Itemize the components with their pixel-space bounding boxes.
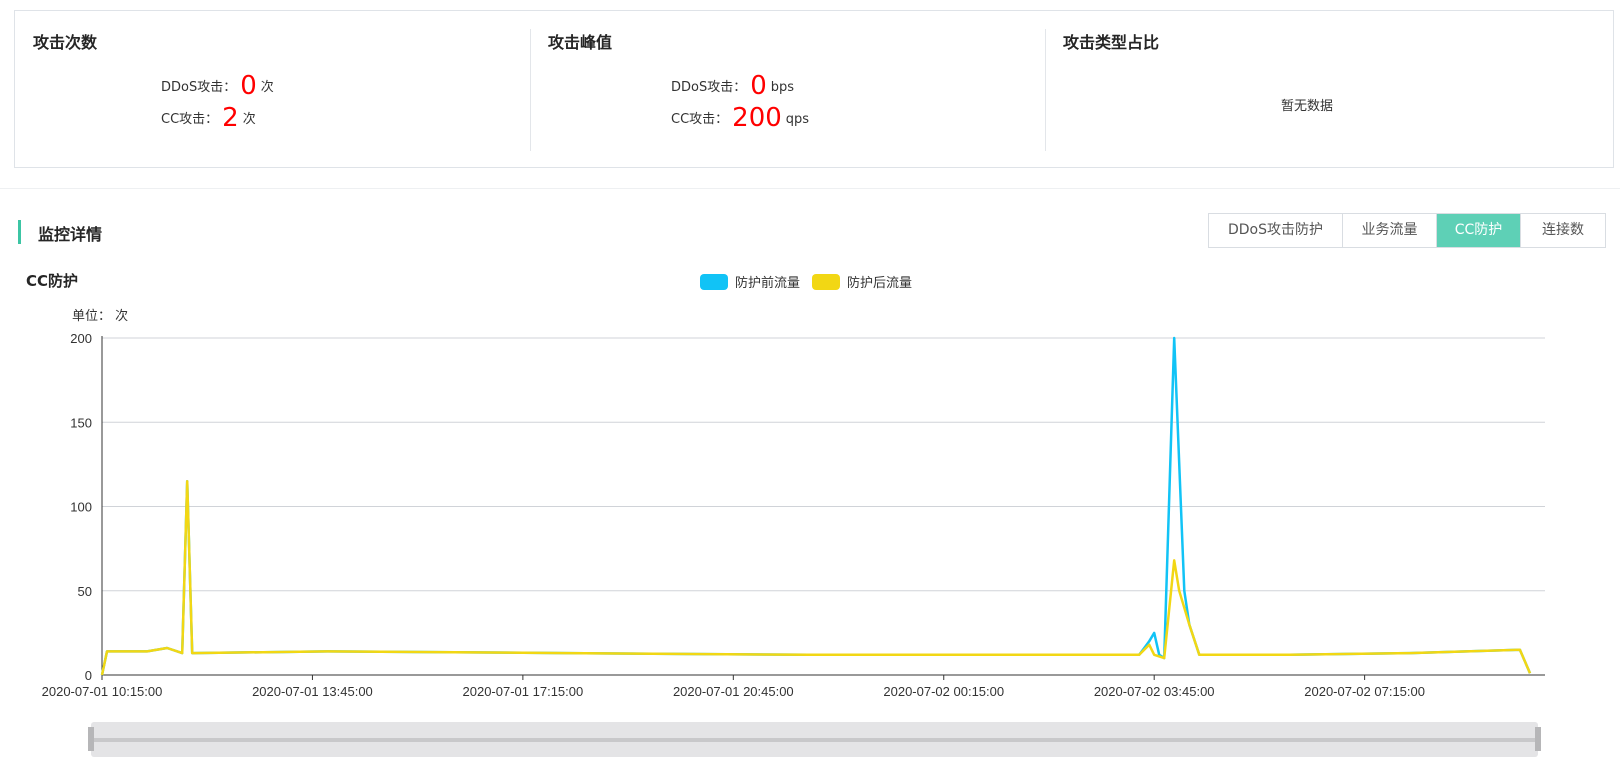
y-tick-label: 0 (85, 668, 92, 683)
x-tick-label: 2020-07-02 03:45:00 (1094, 684, 1215, 699)
x-tick-label: 2020-07-01 10:15:00 (42, 684, 163, 699)
y-tick-label: 150 (70, 415, 92, 430)
y-tick-label: 50 (78, 584, 92, 599)
cc-protection-chart: 0 50 100 150 200 2020-07-01 10:15:00 2020-07-0… (42, 331, 1545, 699)
series-line-after (100, 479, 1532, 676)
x-tick-label: 2020-07-02 07:15:00 (1304, 684, 1425, 699)
x-tick-label: 2020-07-02 00:15:00 (883, 684, 1004, 699)
y-tick-label: 100 (70, 500, 92, 515)
y-tick-label: 200 (70, 331, 92, 346)
data-zoom-right-handle[interactable] (1535, 727, 1541, 751)
x-tick-label: 2020-07-01 13:45:00 (252, 684, 373, 699)
x-tick-label: 2020-07-01 17:15:00 (463, 684, 584, 699)
data-zoom-track (91, 738, 1538, 742)
x-tick-label: 2020-07-01 20:45:00 (673, 684, 794, 699)
data-zoom-left-handle[interactable] (88, 727, 94, 751)
data-zoom-slider[interactable] (88, 722, 1541, 757)
